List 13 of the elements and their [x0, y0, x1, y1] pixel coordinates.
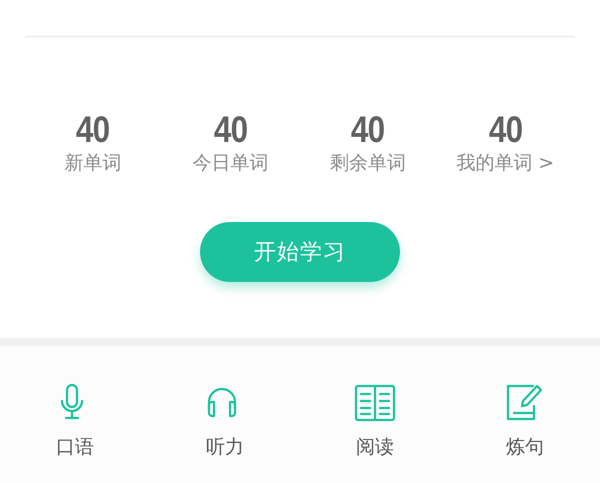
stat-label: 剩余单词: [330, 151, 406, 176]
feature-label[interactable]: 炼句: [506, 434, 544, 460]
stat-label: 新单词: [64, 151, 122, 176]
feature-label[interactable]: 听力: [206, 434, 244, 460]
count-number: 40: [76, 110, 110, 150]
stat-label: 我的单词 >: [456, 151, 554, 176]
count-number: 40: [488, 110, 522, 150]
feature-label[interactable]: 口语: [56, 434, 94, 460]
count-number: 40: [351, 110, 384, 150]
count-number: 40: [214, 110, 247, 150]
stat-label: 今日单词: [192, 151, 268, 176]
open-book-icon[interactable]: [353, 382, 397, 424]
feature-label[interactable]: 阅读: [356, 434, 394, 460]
